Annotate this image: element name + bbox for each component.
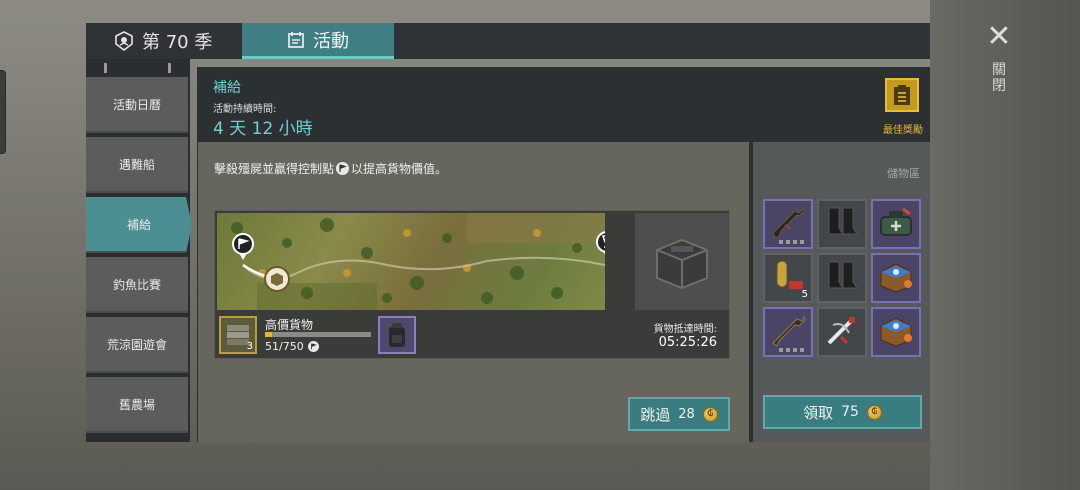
duration-label: 活動持續時間: [213,104,277,115]
supply-route-map [217,213,605,310]
slot-count: 5 [801,289,808,300]
close-label: 關閉 [992,62,1006,94]
cargo-progress-fill [265,332,273,337]
storage-slot[interactable] [871,199,921,249]
cargo-progress-bar [265,332,371,337]
best-reward-label: 最佳獎勵 [883,125,923,136]
skip-label: 跳過 [640,405,671,424]
sidebar-item-old-farm[interactable]: 舊農場 [86,377,188,433]
storage-slot[interactable] [871,253,921,303]
control-point-flag-icon [336,162,350,175]
sidebar-item-label: 釣魚比賽 [112,277,161,292]
destination-marker-icon [595,231,605,263]
arrival-label: 貨物抵達時間: [653,324,717,335]
rarity-dots [779,240,804,244]
calendar-icon [287,31,305,49]
clipboard-icon [892,84,912,106]
sidebar-item-fair[interactable]: 荒涼園遊會 [86,317,188,373]
cargo-info-row: 3 高價貨物 51/750 貨物抵達時間: 05:25:26 [217,313,729,357]
sidebar-item-label: 活動日曆 [112,97,161,112]
storage-slot[interactable] [817,307,867,357]
tab-season[interactable]: 第 70 季 [114,23,212,59]
cargo-item[interactable]: 3 [219,316,257,354]
storage-slot[interactable] [763,199,813,249]
cargo-position-marker-icon [263,265,291,297]
start-flag-marker-icon [231,233,255,265]
close-icon[interactable]: ✕ [986,22,1012,52]
cargo-progress-text: 51/750 [265,340,304,353]
storage-slot[interactable] [817,199,867,249]
storage-slot[interactable]: 5 [763,253,813,303]
sidebar-item-supply[interactable]: 補給 [86,197,192,253]
reward-backpack-item[interactable] [378,316,416,354]
sidebar-item-label: 荒涼園遊會 [106,337,167,352]
cargo-name: 高價貨物 [265,318,314,332]
medkit-bag-icon [877,205,915,243]
rifle-icon [769,311,807,353]
boots-icon [823,258,861,298]
storage-slot[interactable] [871,307,921,357]
control-point-flag-icon [307,341,319,352]
description-text-end: 以提高貨物價值。 [351,162,448,176]
best-reward-button[interactable] [885,78,919,112]
storage-slot[interactable] [817,253,867,303]
duration-value: 4 天 12 小時 [213,119,313,139]
sidebar-item-fishing[interactable]: 釣魚比賽 [86,257,188,313]
description-text: 擊殺殭屍並贏得控制點 [214,162,335,176]
claim-label: 領取 [803,403,834,422]
supply-route-panel: 3 高價貨物 51/750 貨物抵達時間: 05:25:26 [214,210,730,359]
tab-season-label: 第 70 季 [142,32,213,53]
skip-cost: 28 [678,406,695,422]
backpack-icon [384,321,410,349]
event-description: 擊殺殭屍並贏得控制點 以提高貨物價值。 [214,160,447,177]
event-title: 補給 [213,80,241,96]
top-tab-bar: 第 70 季 活動 [86,23,930,59]
blueprint-chest-icon [877,258,915,298]
sidebar-item-label: 補給 [126,217,151,232]
supply-crate-image [635,213,729,310]
cargo-progress: 51/750 [265,340,319,353]
cargo-count: 3 [246,341,253,352]
sidebar-item-shipwreck[interactable]: 遇難船 [86,137,188,193]
rarity-dots [779,348,804,352]
claim-button[interactable]: 領取 75 ₲ [763,395,922,429]
claim-cost: 75 [841,404,859,420]
blueprint-chest-icon [877,312,915,352]
sidebar-item-label: 舊農場 [118,397,155,412]
storage-panel: 儲物區 5 領取 75 ₲ [753,142,930,442]
sidebar-scroll-marks [104,63,172,73]
boots-icon [823,204,861,244]
storage-slot[interactable] [763,307,813,357]
sidebar-item-calendar[interactable]: 活動日曆 [86,77,188,133]
crossbow-icon [823,311,861,353]
gold-coin-icon: ₲ [702,406,718,422]
event-content: 擊殺殭屍並贏得控制點 以提高貨物價值。 3 高價貨物 51/750 貨物抵達時間… [198,142,749,442]
storage-label: 儲物區 [887,167,920,180]
sidebar: 活動日曆 遇難船 補給 釣魚比賽 荒涼園遊會 舊農場 [86,59,192,442]
skip-button[interactable]: 跳過 28 ₲ [628,397,730,431]
sidebar-item-label: 遇難船 [118,157,155,172]
season-badge-icon [114,31,134,51]
tab-events-label: 活動 [313,30,349,52]
tab-events[interactable]: 活動 [242,23,394,59]
event-panel: 補給 活動持續時間: 4 天 12 小時 最佳獎勵 擊殺殭屍並贏得控制點 以提高… [197,67,930,442]
gold-coin-icon: ₲ [866,404,882,420]
edge-handle[interactable] [0,70,6,154]
assault-rifle-icon [769,203,807,245]
arrival-time: 05:25:26 [658,335,717,350]
